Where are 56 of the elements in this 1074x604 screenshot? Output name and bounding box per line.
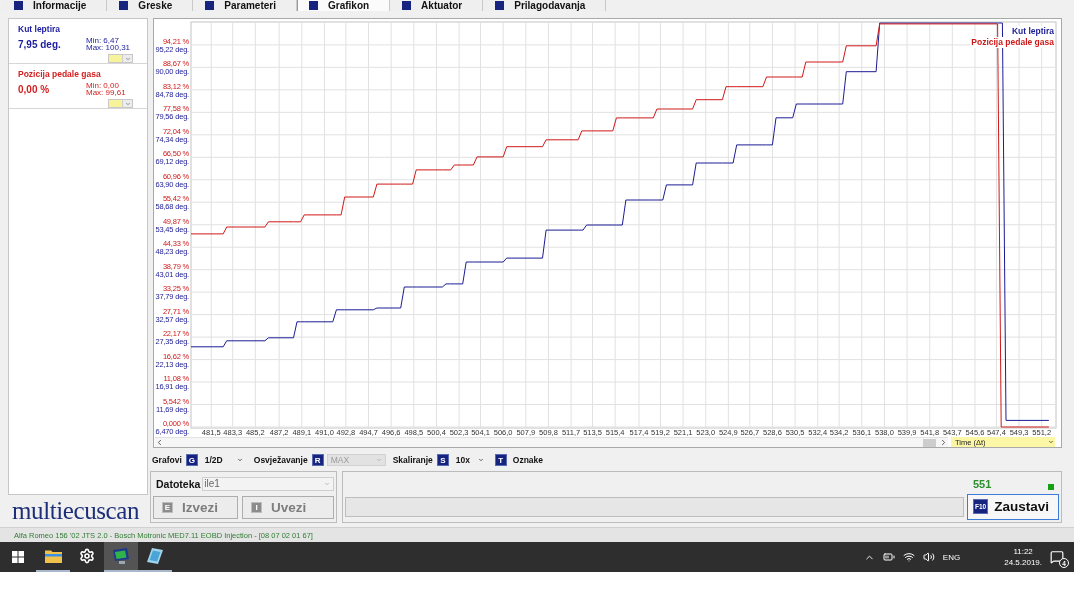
caret-icon [1048,439,1054,445]
caret-icon [124,55,131,62]
caret-icon [375,457,382,463]
key-badge-icon [119,1,129,10]
min-reading: Min: 0,00 [86,81,119,89]
sample-count: 551 [973,477,992,490]
shortcut-key: E [162,502,173,513]
dropdown[interactable]: 10x [451,454,488,466]
max-reading: Max: 100,31 [86,44,131,52]
parameter-name: Kut leptira [18,24,62,35]
legend-item: Kut leptira [1010,26,1055,37]
key-badge-icon [205,1,215,10]
notification-icon[interactable] [1050,550,1064,564]
logo: multiecuscan [11,498,140,524]
shortcut-key: G [185,454,198,466]
shortcut-key: R [311,454,324,466]
key-badge-icon [495,1,505,10]
chevron-left-icon[interactable] [155,438,164,447]
caret-icon [124,100,131,107]
key-badge-icon [402,1,412,10]
language-indicator[interactable]: ENG [942,552,961,562]
chevron-right-icon[interactable] [939,438,948,447]
status-square-icon [1048,483,1054,490]
speaker-icon[interactable] [922,551,935,563]
tablet-icon [147,548,163,564]
caret-icon [324,480,330,487]
shortcut-key: I [251,502,263,513]
monitor-icon [112,548,130,564]
key-badge-icon [309,1,318,10]
markers-button[interactable]: T Oznake [494,454,544,466]
max-reading: Max: 99,61 [86,89,126,97]
wifi-icon[interactable] [902,551,915,563]
control-label: Grafovi [152,455,182,465]
control-label: Skaliranje [392,455,433,465]
battery-icon[interactable] [882,551,895,563]
shortcut-key: T [494,454,507,466]
folder-icon [44,549,62,563]
dropdown[interactable]: 1/2D [200,454,247,466]
caret-icon [477,457,484,463]
file-label: Datoteka [155,477,201,490]
windows-logo-icon [12,551,24,563]
gear-icon [79,548,95,564]
horizontal-scrollbar[interactable] [155,437,948,447]
clock-date[interactable]: 24.5.2019. [1004,557,1042,568]
min-reading: Min: 6,47 [86,36,119,44]
parameter-value: 0,00 % [18,83,51,95]
clock-time[interactable]: 11:22 [1013,546,1033,557]
parameter-name: Pozicija pedale gasa [18,69,102,80]
tab[interactable]: Grafikon [297,0,391,11]
scrollbar-thumb[interactable] [923,438,936,447]
parameter-value: 7,95 deg. [18,38,62,50]
legend-item: Pozicija pedale gasa [970,37,1055,48]
key-badge-icon [14,1,23,10]
caret-icon [236,457,243,463]
shortcut-key: S [436,454,449,466]
control-label: Osvježavanje [253,455,308,465]
